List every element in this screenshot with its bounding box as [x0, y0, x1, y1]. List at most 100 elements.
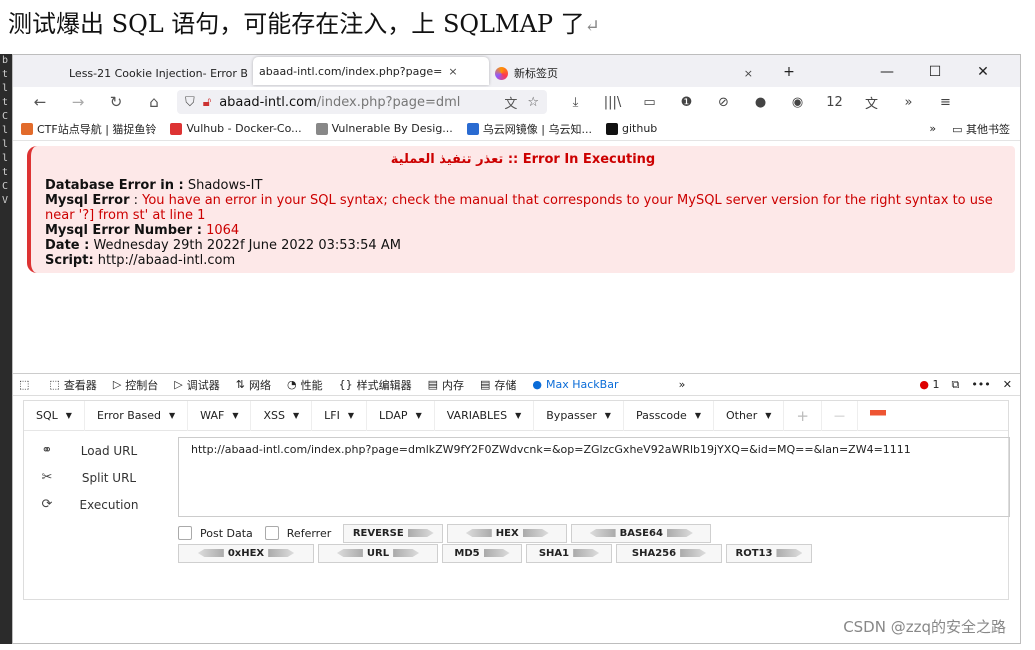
bookmark-item[interactable]: 乌云网镜像 | 乌云知...: [466, 121, 592, 137]
tab-new[interactable]: 新标签页 ×: [489, 59, 759, 87]
encode-button[interactable]: ROT13: [726, 543, 812, 563]
firefox-icon: [495, 66, 508, 80]
error-count-badge[interactable]: ● 1: [919, 378, 939, 391]
toolbar-icon[interactable]: ⤓: [557, 95, 594, 110]
post-data-checkbox[interactable]: Post Data: [178, 526, 253, 540]
reload-button[interactable]: ↻: [97, 93, 135, 111]
devtools-tab-label: 控制台: [125, 378, 159, 392]
referrer-label: Referrer: [286, 526, 332, 540]
hackbar-action[interactable]: ⟳ Execution: [30, 491, 170, 518]
devtools-tab[interactable]: ⬚ 查看器: [49, 377, 96, 393]
encode-button[interactable]: 0xHEX: [178, 543, 314, 563]
toolbar-icon[interactable]: ◉: [779, 95, 816, 110]
error-number-value: 1064: [201, 223, 240, 238]
toolbar-icon[interactable]: 12: [816, 95, 853, 110]
devtools-tab[interactable]: ▤ 存储: [480, 377, 516, 393]
encode-label: 0xHEX: [227, 547, 265, 559]
devtools-tab[interactable]: ◔ 性能: [287, 377, 323, 393]
toolbar-icon[interactable]: »: [890, 95, 927, 110]
bookmark-label: github: [622, 122, 658, 135]
chevron-down-icon: ▼: [65, 411, 72, 420]
hackbar-menu[interactable]: SQL ▼: [24, 400, 85, 431]
hackbar-menu[interactable]: LFI ▼: [312, 400, 367, 431]
mysql-error-label: Mysql Error: [45, 193, 130, 208]
tab-less21[interactable]: Less-21 Cookie Injection- Error B×: [13, 59, 253, 87]
hackbar-menu[interactable]: Passcode ▼: [624, 400, 714, 431]
bookmarks-more-button[interactable]: »: [929, 122, 936, 135]
encode-button[interactable]: SHA256: [616, 543, 722, 563]
element-picker-icon[interactable]: ⬚: [19, 378, 33, 391]
devtools-tab[interactable]: {} 样式编辑器: [339, 377, 412, 393]
new-tab-button[interactable]: +: [765, 64, 813, 80]
toolbar-icon[interactable]: ●: [742, 95, 779, 110]
toolbar-icon[interactable]: ❶: [668, 95, 705, 110]
toolbar-icon[interactable]: 文: [853, 93, 890, 112]
hackbar: SQL ▼ Error Based ▼ WAF ▼ XSS ▼ LFI ▼ LDAP ▼ VARIABL…: [23, 400, 1010, 600]
other-bookmarks[interactable]: ▭ 其他书签: [952, 121, 1010, 137]
devtools-tab[interactable]: ▷ 调试器: [174, 377, 219, 393]
encode-button[interactable]: URL: [318, 543, 438, 563]
hackbar-menu[interactable]: VARIABLES ▼: [435, 400, 535, 431]
devtools-more-button[interactable]: »: [679, 378, 686, 391]
encode-button[interactable]: REVERSE: [343, 523, 444, 543]
toolbar-icon[interactable]: |||\: [594, 95, 631, 110]
encode-button[interactable]: SHA1: [526, 543, 612, 563]
close-icon[interactable]: ×: [744, 67, 753, 80]
hackbar-menu[interactable]: Error Based ▼: [85, 400, 189, 431]
hackbar-menu[interactable]: LDAP ▼: [367, 400, 435, 431]
translate-icon[interactable]: 文: [504, 93, 517, 112]
encode-button[interactable]: BASE64: [571, 523, 712, 543]
back-button[interactable]: ←: [21, 93, 59, 111]
devtools-tab-icon: ▷: [112, 378, 122, 391]
toolbar-icon[interactable]: ≡: [927, 95, 964, 110]
tab-bar: Less-21 Cookie Injection- Error B× abaad…: [13, 55, 1020, 87]
folder-icon: ▭: [952, 122, 966, 136]
referrer-checkbox[interactable]: Referrer: [264, 526, 332, 540]
devtools-tab[interactable]: ▤ 内存: [428, 377, 464, 393]
hackbar-menu[interactable]: Bypasser ▼: [534, 400, 624, 431]
devtools-tab[interactable]: ▷ 控制台: [113, 377, 158, 393]
devtools-close-icon[interactable]: ✕: [1003, 378, 1012, 391]
hackbar-url-textarea[interactable]: http://abaad-intl.com/index.php?page=dml…: [178, 437, 1010, 517]
hackbar-menu[interactable]: WAF ▼: [188, 400, 252, 431]
hackbar-action[interactable]: ✂ Split URL: [30, 464, 170, 491]
devtools-tab-icon: {}: [338, 378, 353, 391]
encode-row-1: Post Data Referrer REVERSE HEX BASE64: [178, 523, 812, 543]
bookmark-icon: [315, 122, 328, 135]
bookmark-item[interactable]: CTF站点导航 | 猫捉鱼铃: [21, 121, 156, 137]
close-window-button[interactable]: ✕: [959, 64, 1007, 80]
arrow-left-icon: [197, 549, 224, 557]
bookmark-label: Vulhub - Docker-Co...: [186, 122, 302, 135]
hackbar-action[interactable]: ⚭ Load URL: [30, 437, 170, 464]
bookmark-item[interactable]: Vulnerable By Desig...: [315, 121, 453, 137]
devtools-tab[interactable]: ⇅ 网络: [236, 377, 271, 393]
devtools-tab[interactable]: ● Max HackBar: [532, 377, 618, 393]
devtools-menu-icon[interactable]: •••: [971, 378, 990, 391]
hackbar-menu-label: SQL: [36, 409, 58, 422]
dock-icon[interactable]: ⧉: [951, 378, 959, 392]
flag-icon[interactable]: [858, 401, 898, 431]
minimize-button[interactable]: —: [863, 64, 911, 80]
toolbar-icon[interactable]: ⊘: [705, 95, 742, 110]
encode-label: HEX: [495, 527, 519, 539]
hackbar-menu-label: LDAP: [379, 409, 408, 422]
error-number-line: Mysql Error Number : 1064: [45, 223, 1001, 238]
home-button[interactable]: ⌂: [135, 93, 173, 111]
url-bar[interactable]: ⛉ 🔓︎ abaad-intl.com/index.php?page=dml 文…: [177, 90, 547, 114]
bookmark-item[interactable]: github: [606, 121, 657, 137]
maximize-button[interactable]: ☐: [911, 64, 959, 80]
tab-abaad[interactable]: abaad-intl.com/index.php?page= ×: [253, 57, 489, 85]
encode-button[interactable]: MD5: [442, 543, 522, 563]
close-icon[interactable]: ×: [448, 65, 457, 78]
hackbar-menu[interactable]: Other ▼: [714, 400, 785, 431]
encode-button[interactable]: HEX: [447, 523, 568, 543]
star-icon[interactable]: ☆: [527, 95, 539, 110]
forward-button[interactable]: →: [59, 93, 97, 111]
devtools-tab-label: 调试器: [186, 378, 220, 392]
toolbar-icon[interactable]: ▭: [631, 95, 668, 110]
bookmark-item[interactable]: Vulhub - Docker-Co...: [170, 121, 302, 137]
add-tab-button[interactable]: +: [784, 400, 822, 431]
browser-window: Less-21 Cookie Injection- Error B× abaad…: [12, 54, 1021, 644]
hackbar-menu[interactable]: XSS ▼: [251, 400, 313, 431]
remove-tab-button[interactable]: —: [822, 400, 858, 431]
